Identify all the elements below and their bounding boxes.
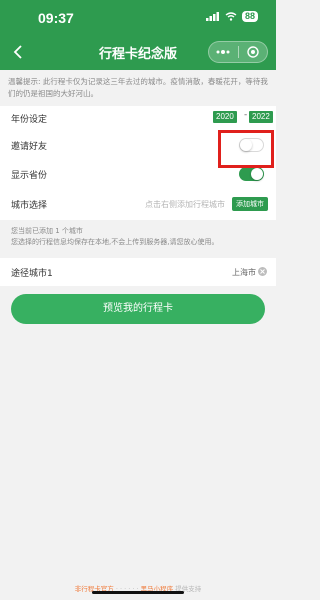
year-setting-label: 年份设定 — [11, 114, 48, 125]
close-miniprogram-button[interactable] — [239, 42, 268, 62]
status-icons: 88 — [205, 11, 258, 22]
invite-friends-label: 邀请好友 — [11, 141, 48, 152]
show-province-toggle[interactable] — [239, 167, 264, 181]
app-header: 09:37 88 行程卡纪念版 — [0, 0, 276, 70]
wifi-icon — [225, 12, 237, 21]
show-province-label: 显示省份 — [11, 170, 48, 181]
miniprogram-capsule — [208, 41, 268, 63]
info-section: 您当前已添加 1 个城市 您选择的行程信息均保存在本地,不会上传到服务器,请您放… — [11, 226, 218, 248]
privacy-text: 您选择的行程信息均保存在本地,不会上传到服务器,请您放心使用。 — [11, 238, 219, 246]
more-dots-icon — [216, 50, 230, 54]
highlight-annotation-box — [218, 130, 274, 168]
more-button[interactable] — [209, 42, 238, 62]
city-item-label: 途径城市1 — [11, 268, 53, 279]
navigation-bar: 行程卡纪念版 — [0, 34, 276, 70]
city-list-item: 途径城市1 上海市 — [0, 258, 276, 286]
remove-city-icon[interactable] — [258, 267, 267, 276]
city-item-value: 上海市 — [232, 267, 256, 277]
start-year-picker[interactable]: 2020 — [213, 111, 237, 123]
status-bar: 09:37 88 — [0, 0, 276, 34]
add-city-button[interactable]: 添加城市 — [232, 197, 268, 211]
notice-text: 温馨提示: 此行程卡仅为记录这三年去过的城市。疫情消散，春暖花开，等待我们的仍是… — [8, 77, 268, 98]
signal-icon — [205, 12, 219, 21]
year-setting-row: 年份设定 2020 - 2022 — [0, 106, 276, 130]
home-indicator — [92, 591, 184, 594]
preview-card-button[interactable]: 预览我的行程卡 — [11, 294, 265, 324]
close-icon — [260, 269, 265, 274]
toggle-knob — [251, 168, 263, 180]
city-select-hint: 点击右侧添加行程城市 — [145, 199, 225, 209]
city-count-text: 您当前已添加 1 个城市 — [11, 227, 83, 235]
end-year-picker[interactable]: 2022 — [249, 111, 273, 123]
city-select-row: 城市选择 点击右侧添加行程城市 添加城市 — [0, 192, 276, 216]
battery-indicator: 88 — [241, 11, 258, 22]
target-circle-icon — [247, 46, 259, 58]
city-select-label: 城市选择 — [11, 200, 48, 211]
status-time: 09:37 — [38, 10, 74, 26]
year-separator: - — [244, 110, 248, 120]
